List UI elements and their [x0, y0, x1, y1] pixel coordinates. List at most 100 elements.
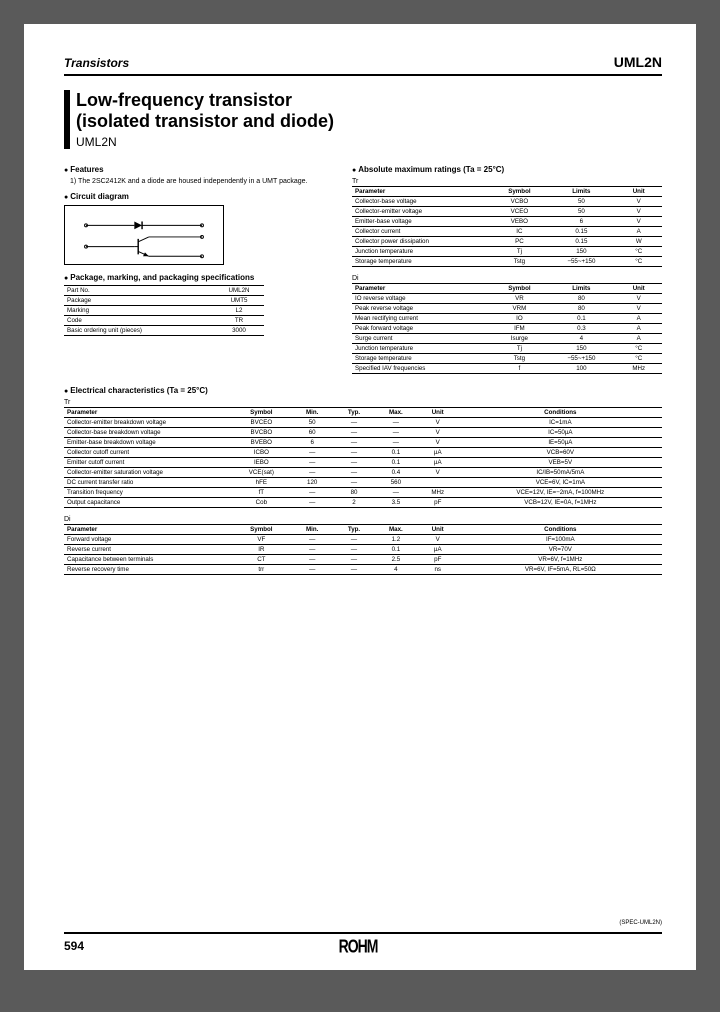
- abs-tr-label: Tr: [352, 178, 662, 185]
- features-heading: Features: [64, 165, 334, 174]
- cell: 0.3: [547, 324, 615, 334]
- cell: Reverse current: [64, 545, 231, 555]
- cell: µA: [417, 545, 459, 555]
- cell: VCB=12V, IE=0A, f=1MHz: [459, 498, 662, 508]
- cell: 560: [375, 478, 417, 488]
- cell: VCEO: [492, 207, 548, 217]
- cell: Cob: [231, 498, 291, 508]
- cell: Junction temperature: [352, 344, 492, 354]
- spec-code: (SPEC-UML2N): [619, 920, 662, 926]
- circuit-diagram: [64, 205, 224, 265]
- col-header: Symbol: [492, 284, 548, 294]
- category-label: Transistors: [64, 56, 129, 70]
- cell: 150: [547, 247, 615, 257]
- cell: µA: [417, 448, 459, 458]
- cell: VCE(sat): [231, 468, 291, 478]
- cell: Package: [64, 296, 214, 306]
- cell: Tj: [492, 247, 548, 257]
- col-header: Limits: [547, 284, 615, 294]
- cell: W: [615, 237, 662, 247]
- cell: MHz: [615, 364, 662, 374]
- pkg-heading: Package, marking, and packaging specific…: [64, 273, 334, 282]
- abs-tr-table: ParameterSymbolLimitsUnit Collector-base…: [352, 186, 662, 267]
- cell: Tstg: [492, 257, 548, 267]
- cell: 3000: [214, 326, 264, 336]
- datasheet-page: Transistors UML2N Low-frequency transist…: [24, 24, 696, 970]
- cell: —: [333, 448, 375, 458]
- cell: Peak reverse voltage: [352, 304, 492, 314]
- cell: V: [417, 438, 459, 448]
- circuit-heading: Circuit diagram: [64, 192, 334, 201]
- elec-di-table: ParameterSymbolMin.Typ.Max.UnitCondition…: [64, 524, 662, 575]
- features-text: 1) The 2SC2412K and a diode are housed i…: [64, 177, 334, 186]
- cell: µA: [417, 458, 459, 468]
- title-line2: (isolated transistor and diode): [76, 111, 334, 132]
- cell: Capacitance between terminals: [64, 555, 231, 565]
- col-header: Parameter: [352, 187, 492, 197]
- abs-heading: Absolute maximum ratings (Ta = 25°C): [352, 165, 662, 174]
- abs-di-table: ParameterSymbolLimitsUnit IO reverse vol…: [352, 283, 662, 374]
- cell: Collector-emitter saturation voltage: [64, 468, 231, 478]
- cell: Collector current: [352, 227, 492, 237]
- left-column: Features 1) The 2SC2412K and a diode are…: [64, 159, 334, 374]
- cell: Tj: [492, 344, 548, 354]
- cell: A: [615, 227, 662, 237]
- cell: pF: [417, 498, 459, 508]
- cell: f: [492, 364, 548, 374]
- cell: —: [333, 478, 375, 488]
- cell: —: [333, 458, 375, 468]
- cell: 50: [547, 207, 615, 217]
- cell: Transition frequency: [64, 488, 231, 498]
- cell: 0.15: [547, 227, 615, 237]
- cell: Collector power dissipation: [352, 237, 492, 247]
- cell: —: [291, 458, 333, 468]
- cell: °C: [615, 354, 662, 364]
- cell: 80: [547, 294, 615, 304]
- cell: Collector-emitter breakdown voltage: [64, 418, 231, 428]
- cell: IC: [492, 227, 548, 237]
- cell: 2: [333, 498, 375, 508]
- cell: Isurge: [492, 334, 548, 344]
- cell: VEBO: [492, 217, 548, 227]
- cell: Surge current: [352, 334, 492, 344]
- cell: BVEBO: [231, 438, 291, 448]
- cell: VCE=12V, IE=−2mA, f=100MHz: [459, 488, 662, 498]
- cell: —: [333, 555, 375, 565]
- col-header: Parameter: [64, 525, 231, 535]
- col-header: Symbol: [231, 408, 291, 418]
- col-header: Unit: [615, 187, 662, 197]
- cell: 1.2: [375, 535, 417, 545]
- cell: Collector cutoff current: [64, 448, 231, 458]
- cell: —: [291, 545, 333, 555]
- elec-tr-label: Tr: [64, 399, 662, 406]
- cell: —: [333, 565, 375, 575]
- cell: −55~+150: [547, 257, 615, 267]
- page-header: Transistors UML2N: [64, 54, 662, 76]
- cell: —: [291, 488, 333, 498]
- cell: fT: [231, 488, 291, 498]
- cell: —: [291, 555, 333, 565]
- cell: —: [375, 438, 417, 448]
- col-header: Limits: [547, 187, 615, 197]
- cell: A: [615, 334, 662, 344]
- col-header: Parameter: [352, 284, 492, 294]
- cell: V: [417, 535, 459, 545]
- cell: CT: [231, 555, 291, 565]
- cell: hFE: [231, 478, 291, 488]
- cell: 50: [291, 418, 333, 428]
- cell: —: [333, 545, 375, 555]
- cell: VR=6V, f=1MHz: [459, 555, 662, 565]
- elec-section: Electrical characteristics (Ta = 25°C) T…: [64, 386, 662, 575]
- cell: PC: [492, 237, 548, 247]
- cell: DC current transfer ratio: [64, 478, 231, 488]
- cell: 0.1: [375, 448, 417, 458]
- cell: Peak forward voltage: [352, 324, 492, 334]
- cell: BVCBO: [231, 428, 291, 438]
- cell: ICBO: [231, 448, 291, 458]
- col-header: Parameter: [64, 408, 231, 418]
- cell: Emitter-base breakdown voltage: [64, 438, 231, 448]
- cell: Mean rectifying current: [352, 314, 492, 324]
- cell: Code: [64, 316, 214, 326]
- cell: —: [291, 468, 333, 478]
- cell: IO: [492, 314, 548, 324]
